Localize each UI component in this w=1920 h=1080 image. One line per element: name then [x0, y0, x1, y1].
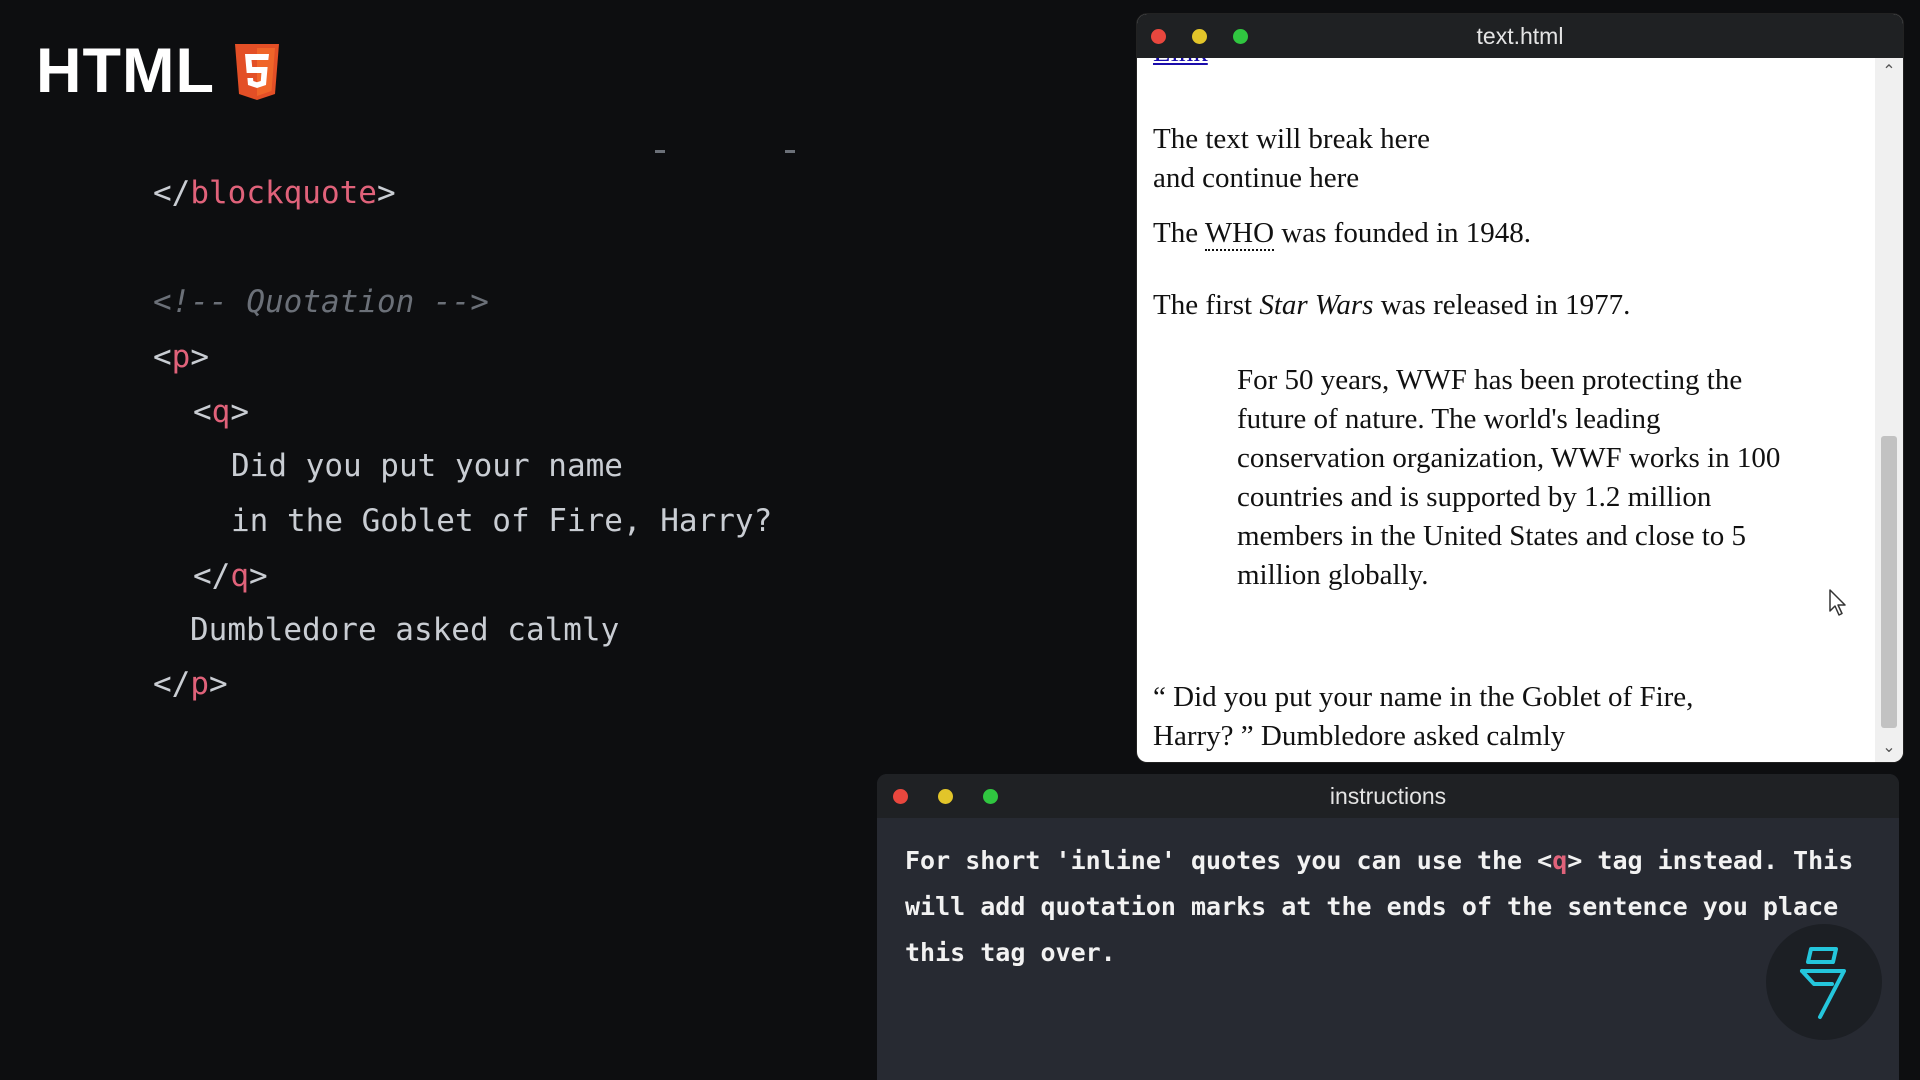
code-comment: <!-- Quotation --> [153, 284, 489, 320]
code-editor: </blockquote> <!-- Quotation --> <p> <q>… [0, 0, 880, 1080]
browser-window: text.html Link The text will break herea… [1137, 14, 1903, 762]
instructions-text: For short 'inline' quotes you can use th… [905, 846, 1854, 967]
page-link[interactable]: Link [1153, 58, 1208, 69]
page-scrollbar[interactable]: ⌃ ⌄ [1875, 58, 1903, 762]
code-line-p-close: </p> [153, 666, 228, 702]
code-line-p-open: <p> [153, 339, 210, 375]
blockquote-text: For 50 years, WWF has been protecting th… [1237, 364, 1781, 591]
instructions-window: instructions For short 'inline' quotes y… [877, 774, 1899, 1080]
quote-paragraph: “ Did you put your name in the Goblet of… [1153, 681, 1694, 752]
cite-paragraph: The first Star Wars was released in 1977… [1153, 289, 1631, 321]
instructions-title: instructions [1329, 782, 1447, 809]
code-line-q-close: </q> [193, 558, 268, 594]
abbr-paragraph: The WHO was founded in 1948. [1153, 217, 1532, 251]
scrolled-code-fragment [655, 150, 795, 154]
browser-title: text.html [1476, 22, 1564, 49]
code-line-text: in the Goblet of Fire, Harry? [231, 503, 773, 539]
browser-titlebar: text.html [1137, 14, 1903, 58]
browser-page[interactable]: Link The text will break hereand continu… [1137, 58, 1903, 762]
instructions-titlebar: instructions [877, 774, 1899, 818]
code-line-q-open: <q> [193, 394, 250, 430]
cite-title: Star Wars [1259, 289, 1374, 321]
code-line-text: Did you put your name [231, 448, 623, 484]
code-line-text: Dumbledore asked calmly [190, 612, 620, 648]
q-tag-name: q [1552, 846, 1568, 875]
code-line-blockquote-close: </blockquote> [153, 175, 396, 211]
scroll-down-icon[interactable]: ⌄ [1881, 740, 1897, 756]
lightning-logo-icon [1800, 947, 1846, 1019]
brand-badge [1766, 924, 1882, 1040]
scrollbar-thumb[interactable] [1881, 436, 1897, 728]
scroll-up-icon[interactable]: ⌃ [1881, 64, 1897, 80]
line-break-paragraph: The text will break here and continue her… [1153, 123, 1430, 194]
abbr-who[interactable]: WHO [1204, 217, 1275, 251]
mouse-cursor-icon [1829, 589, 1846, 616]
